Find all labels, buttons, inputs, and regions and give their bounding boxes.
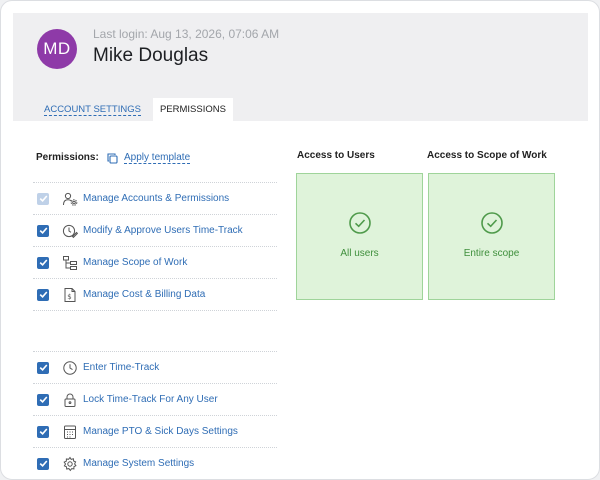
- clock-edit-icon: [62, 223, 78, 239]
- check-icon: [39, 364, 47, 371]
- apply-template-label: Apply template: [124, 152, 191, 164]
- perm-label: Lock Time-Track For Any User: [83, 394, 218, 405]
- checkbox-checked-disabled: [37, 192, 49, 205]
- check-icon: [39, 428, 47, 435]
- user-name: Mike Douglas: [93, 45, 209, 66]
- hierarchy-icon: [62, 255, 78, 271]
- access-scope-box[interactable]: Entire scope: [428, 173, 555, 300]
- perm-manage-scope[interactable]: Manage Scope of Work: [33, 246, 277, 278]
- gear-icon: [62, 456, 78, 472]
- perm-manage-accounts[interactable]: Manage Accounts & Permissions: [33, 182, 277, 214]
- perm-enter-timetrack[interactable]: Enter Time-Track: [33, 351, 277, 383]
- permission-group-management: Manage Accounts & Permissions Modify & A…: [33, 182, 277, 311]
- perm-label: Manage Accounts & Permissions: [83, 193, 230, 204]
- permissions-heading: Permissions:: [36, 152, 99, 163]
- perm-manage-system-settings[interactable]: Manage System Settings: [33, 447, 277, 479]
- apply-template-link[interactable]: Apply template: [107, 152, 191, 164]
- perm-label: Manage Cost & Billing Data: [83, 289, 206, 300]
- svg-text:$: $: [67, 293, 71, 301]
- perm-label: Manage PTO & Sick Days Settings: [83, 426, 238, 437]
- checkbox-checked: [37, 393, 49, 406]
- permission-group-timetrack: Enter Time-Track Lock Time-Track For Any…: [33, 351, 277, 479]
- copy-icon: [107, 152, 118, 164]
- checkbox-checked: [37, 256, 49, 269]
- lock-icon: [62, 392, 78, 408]
- clock-icon: [62, 360, 78, 376]
- perm-label: Enter Time-Track: [83, 362, 160, 373]
- checkbox-checked: [37, 224, 49, 237]
- avatar: MD: [37, 29, 77, 69]
- check-icon: [39, 396, 47, 403]
- perm-label: Manage System Settings: [83, 458, 195, 469]
- perm-label: Modify & Approve Users Time-Track: [83, 225, 243, 236]
- check-circle-icon: [348, 212, 371, 234]
- user-profile-card: MD Last login: Aug 13, 2026, 07:06 AM Mi…: [0, 0, 600, 480]
- calendar-icon: [62, 424, 78, 440]
- access-users-value: All users: [340, 248, 379, 259]
- perm-manage-cost-billing[interactable]: $ Manage Cost & Billing Data: [33, 278, 277, 311]
- access-users-box[interactable]: All users: [296, 173, 423, 300]
- invoice-icon: $: [62, 287, 78, 303]
- check-circle-icon: [480, 212, 503, 234]
- check-icon: [39, 259, 47, 266]
- checkbox-checked: [37, 361, 49, 374]
- tab-account-settings-label: ACCOUNT SETTINGS: [44, 104, 141, 116]
- check-icon: [39, 460, 47, 467]
- checkbox-checked: [37, 425, 49, 438]
- checkbox-checked: [37, 288, 49, 301]
- perm-label: Manage Scope of Work: [83, 257, 188, 268]
- access-scope-title: Access to Scope of Work: [427, 150, 547, 161]
- access-users-title: Access to Users: [297, 150, 375, 161]
- check-icon: [39, 291, 47, 298]
- check-icon: [39, 195, 47, 202]
- perm-lock-timetrack[interactable]: Lock Time-Track For Any User: [33, 383, 277, 415]
- check-icon: [39, 227, 47, 234]
- users-gear-icon: [62, 191, 78, 207]
- tab-permissions[interactable]: PERMISSIONS: [152, 98, 233, 121]
- last-login-text: Last login: Aug 13, 2026, 07:06 AM: [93, 27, 280, 41]
- perm-manage-pto-sick-days[interactable]: Manage PTO & Sick Days Settings: [33, 415, 277, 447]
- profile-header: MD Last login: Aug 13, 2026, 07:06 AM Mi…: [13, 13, 588, 121]
- perm-modify-approve-timetrack[interactable]: Modify & Approve Users Time-Track: [33, 214, 277, 246]
- checkbox-checked: [37, 457, 49, 470]
- tab-bar: ACCOUNT SETTINGS PERMISSIONS: [37, 98, 233, 121]
- tab-permissions-label: PERMISSIONS: [159, 104, 226, 115]
- tab-account-settings[interactable]: ACCOUNT SETTINGS: [37, 98, 148, 121]
- access-scope-value: Entire scope: [463, 248, 520, 259]
